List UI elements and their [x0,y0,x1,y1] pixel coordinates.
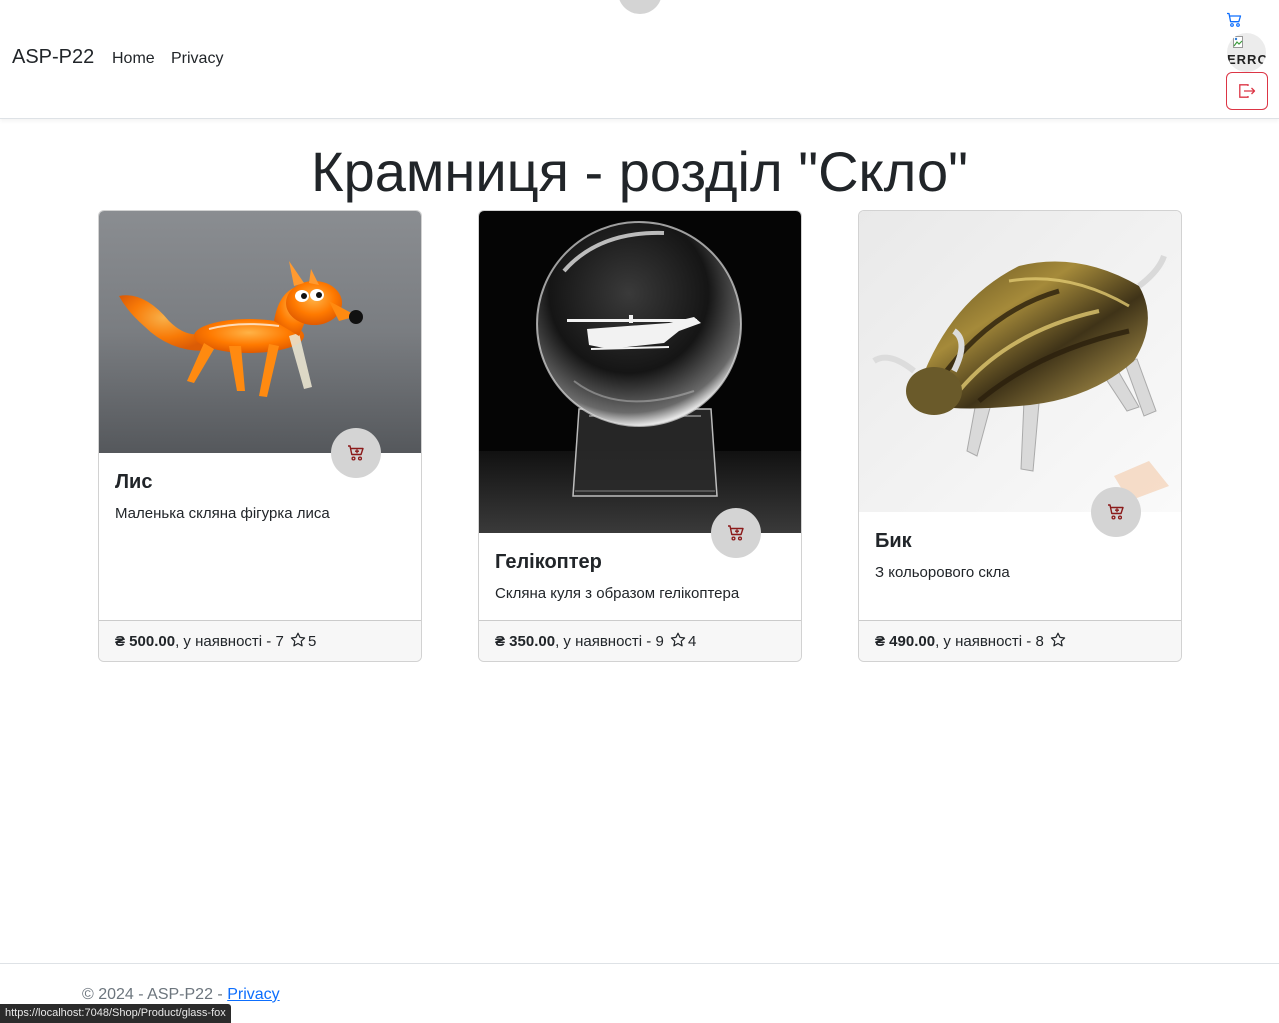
product-price: ₴ 350.00 [495,633,556,650]
footer-copyright: © 2024 - ASP-P22 - [82,986,228,1003]
nav-link-privacy[interactable]: Privacy [171,50,223,68]
product-image-fox[interactable] [99,211,421,453]
star-icon [1050,632,1066,647]
product-stock: , у наявності - 9 [555,633,664,650]
product-name[interactable]: Гелікоптер [495,551,602,574]
nav-link-home[interactable]: Home [112,50,155,68]
product-name[interactable]: Бик [875,530,912,553]
product-price: ₴ 490.00 [875,633,936,650]
brand-link[interactable]: ASP-P22 [12,46,94,69]
product-name[interactable]: Лис [115,471,152,494]
top-navbar: ASP-P22 Home Privacy ERROR [0,0,1279,119]
footer-privacy-link[interactable]: Privacy [227,986,279,1003]
logout-button[interactable] [1226,72,1268,110]
broken-image-icon [1233,36,1243,48]
product-rating: 5 [307,633,317,650]
cart-icon [1227,12,1242,27]
add-to-cart-button[interactable] [711,508,761,558]
product-image-helicopter[interactable] [479,211,801,533]
status-bar-url: https://localhost:7048/Shop/Product/glas… [0,1004,231,1023]
product-card-helicopter[interactable]: Гелікоптер Скляна куля з образом гелікоп… [478,210,802,662]
cart-link[interactable] [1226,12,1244,30]
product-footer: ₴ 500.00, у наявності - 7 5 [99,620,421,661]
avatar-alt-text: ERROR [1227,52,1266,67]
product-price: ₴ 500.00 [115,633,176,650]
add-to-cart-button[interactable] [331,428,381,478]
top-center-circle [618,0,662,14]
product-footer: ₴ 490.00, у наявності - 8 [859,620,1181,661]
avatar[interactable]: ERROR [1227,33,1266,72]
product-stock: , у наявності - 8 [935,633,1044,650]
logout-icon [1239,84,1256,98]
product-description: Скляна куля з образом гелікоптера [495,585,740,602]
product-description: З кольорового скла [875,564,1010,581]
add-to-cart-button[interactable] [1091,487,1141,537]
product-stock: , у наявності - 7 [175,633,284,650]
cart-plus-icon [1108,504,1124,520]
footer-text: © 2024 - ASP-P22 - Privacy [82,986,280,1004]
cart-plus-icon [348,445,364,461]
product-description: Маленька скляна фігурка лиса [115,505,330,522]
cart-plus-icon [728,525,744,541]
page-title: Крамниця - розділ "Скло" [310,140,968,203]
product-image-bull[interactable] [859,211,1181,512]
product-footer: ₴ 350.00, у наявності - 9 4 [479,620,801,661]
product-rating: 4 [687,633,697,650]
star-icon [290,632,306,647]
product-card-bull[interactable]: Бик З кольорового скла ₴ 490.00, у наявн… [858,210,1182,662]
star-icon [670,632,686,647]
product-card-fox[interactable]: Лис Маленька скляна фігурка лиса ₴ 500.0… [98,210,422,662]
